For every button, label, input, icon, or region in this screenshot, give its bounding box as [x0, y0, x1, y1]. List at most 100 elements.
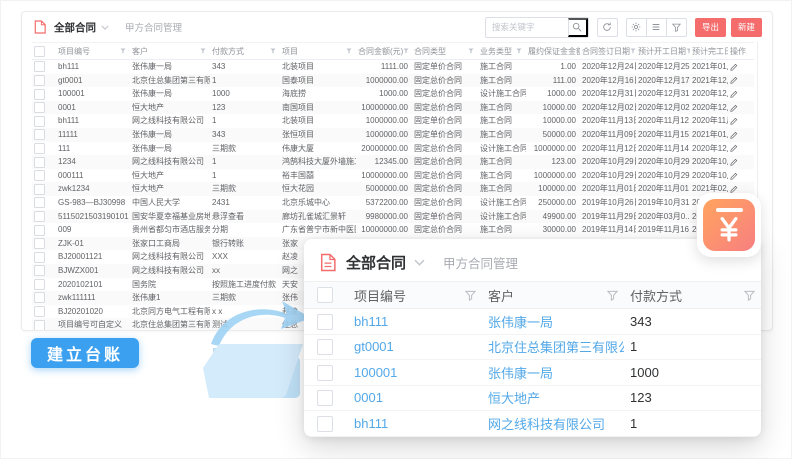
- filter-icon[interactable]: [200, 48, 206, 54]
- filter-icon[interactable]: [468, 48, 474, 54]
- row-checkbox[interactable]: [34, 61, 45, 72]
- cell-project[interactable]: 广东省普宁市新中医医院...: [280, 223, 356, 237]
- cell-customer[interactable]: 张伟康一局: [130, 60, 210, 74]
- filter-icon[interactable]: [346, 48, 352, 54]
- select-all-checkbox[interactable]: [317, 287, 333, 303]
- row-checkbox[interactable]: [34, 306, 45, 317]
- edit-icon[interactable]: [730, 185, 750, 193]
- cell-customer[interactable]: 网之线科技有限公司: [482, 411, 624, 437]
- cell-project-id[interactable]: 1234: [56, 155, 130, 169]
- row-checkbox[interactable]: [34, 225, 45, 236]
- edit-icon[interactable]: [730, 158, 750, 166]
- row-checkbox[interactable]: [34, 102, 45, 113]
- cell-project[interactable]: 裕丰国囍: [280, 169, 356, 183]
- cell-project-id[interactable]: 2020102101: [56, 278, 130, 292]
- cell-project[interactable]: 北京乐城中心: [280, 196, 356, 210]
- row-checkbox[interactable]: [34, 143, 45, 154]
- row-checkbox[interactable]: [34, 211, 45, 222]
- row-checkbox[interactable]: [317, 390, 333, 406]
- cell-customer[interactable]: 张伟康一局: [482, 309, 624, 335]
- cell-customer[interactable]: 北京住总集团第三有限公司: [130, 74, 210, 88]
- select-all-checkbox[interactable]: [34, 46, 45, 57]
- cell-project[interactable]: 国泰项目: [280, 74, 356, 88]
- cell-project-id[interactable]: 5115021503190101: [56, 210, 130, 224]
- cell-project-id[interactable]: 100001: [56, 87, 130, 101]
- cell-project-id[interactable]: 项目编号可自定义: [56, 318, 130, 331]
- row-checkbox[interactable]: [34, 89, 45, 100]
- cell-project[interactable]: 恒大花园: [280, 182, 356, 196]
- cell-customer[interactable]: 贵州省都匀市酒店服务有...: [130, 223, 210, 237]
- create-ledger-button[interactable]: 建立台账: [31, 338, 139, 368]
- row-checkbox[interactable]: [34, 238, 45, 249]
- cell-project-id[interactable]: zwk1234: [56, 182, 130, 196]
- cell-customer[interactable]: 国务院: [130, 278, 210, 292]
- cell-project-id[interactable]: ZJK-01: [56, 237, 130, 251]
- chevron-down-icon[interactable]: [101, 25, 109, 30]
- filter-icon[interactable]: [516, 48, 522, 54]
- row-checkbox[interactable]: [317, 365, 333, 381]
- cell-customer[interactable]: 张伟康一局: [130, 128, 210, 142]
- cell-project[interactable]: 伟康大厦: [280, 142, 356, 156]
- search-input[interactable]: [486, 18, 568, 37]
- row-checkbox[interactable]: [34, 292, 45, 303]
- columns-button[interactable]: [646, 18, 667, 37]
- cell-project[interactable]: 北装项目: [280, 60, 356, 74]
- filter-icon[interactable]: [607, 290, 618, 301]
- cell-customer[interactable]: 网之线科技有限公司: [130, 250, 210, 264]
- filter-icon[interactable]: [630, 48, 636, 54]
- cell-customer[interactable]: 北京同方电气工程有限公司: [130, 305, 210, 319]
- cell-project-id[interactable]: 000111: [56, 169, 130, 183]
- refresh-button[interactable]: [597, 18, 618, 37]
- cell-customer[interactable]: 国安华夏幸福基业房地产...: [130, 210, 210, 224]
- row-checkbox[interactable]: [34, 252, 45, 263]
- cell-customer[interactable]: 恒大地产: [482, 385, 624, 411]
- create-button[interactable]: 新建: [731, 18, 762, 37]
- row-checkbox[interactable]: [34, 320, 45, 331]
- filter-icon[interactable]: [403, 48, 409, 54]
- edit-icon[interactable]: [730, 131, 750, 139]
- cell-customer[interactable]: 张家口工商局: [130, 237, 210, 251]
- row-checkbox[interactable]: [317, 416, 333, 432]
- filter-icon[interactable]: [270, 48, 276, 54]
- row-checkbox[interactable]: [34, 279, 45, 290]
- row-checkbox[interactable]: [34, 197, 45, 208]
- cell-project-id[interactable]: 100001: [348, 360, 482, 386]
- cell-project-id[interactable]: 009: [56, 223, 130, 237]
- row-checkbox[interactable]: [34, 116, 45, 127]
- yen-card[interactable]: [697, 193, 761, 257]
- cell-customer[interactable]: 中国人民大学: [130, 196, 210, 210]
- cell-customer[interactable]: 张伟康一局: [130, 87, 210, 101]
- cell-customer[interactable]: 北京住总集团第三有限公司: [130, 318, 210, 331]
- export-button[interactable]: 导出: [695, 18, 726, 37]
- row-checkbox[interactable]: [34, 75, 45, 86]
- cell-customer[interactable]: 恒大地产: [130, 169, 210, 183]
- cell-project-id[interactable]: GS-983—BJ30998: [56, 196, 130, 210]
- cell-customer[interactable]: 张伟康一局: [482, 360, 624, 386]
- cell-customer[interactable]: 北京住总集团第三有限公司: [482, 334, 624, 360]
- filter-icon[interactable]: [120, 48, 126, 54]
- edit-icon[interactable]: [730, 144, 750, 152]
- search-button[interactable]: [568, 18, 588, 37]
- edit-icon[interactable]: [730, 76, 750, 84]
- cell-project-id[interactable]: 0001: [56, 101, 130, 115]
- cell-project[interactable]: 北装项目: [280, 114, 356, 128]
- cell-project-id[interactable]: bh111: [56, 114, 130, 128]
- cell-project-id[interactable]: gt0001: [348, 334, 482, 360]
- row-checkbox[interactable]: [317, 339, 333, 355]
- edit-icon[interactable]: [730, 90, 750, 98]
- cell-project-id[interactable]: BJ20201020: [56, 305, 130, 319]
- row-checkbox[interactable]: [34, 184, 45, 195]
- cell-project-id[interactable]: 11111: [56, 128, 130, 142]
- filter-icon[interactable]: [744, 290, 755, 301]
- cell-project-id[interactable]: bh111: [348, 309, 482, 335]
- cell-project-id[interactable]: 0001: [348, 385, 482, 411]
- edit-icon[interactable]: [730, 117, 750, 125]
- cell-customer[interactable]: 张伟康一局: [130, 142, 210, 156]
- cell-project-id[interactable]: 111: [56, 142, 130, 156]
- cell-customer[interactable]: 张伟康1: [130, 291, 210, 305]
- cell-project-id[interactable]: BJWZX001: [56, 264, 130, 278]
- cell-project-id[interactable]: bh111: [56, 60, 130, 74]
- cell-customer[interactable]: 恒大地产: [130, 101, 210, 115]
- cell-project[interactable]: 鸿鹄科技大厦外墙施工项目: [280, 155, 356, 169]
- row-checkbox[interactable]: [34, 157, 45, 168]
